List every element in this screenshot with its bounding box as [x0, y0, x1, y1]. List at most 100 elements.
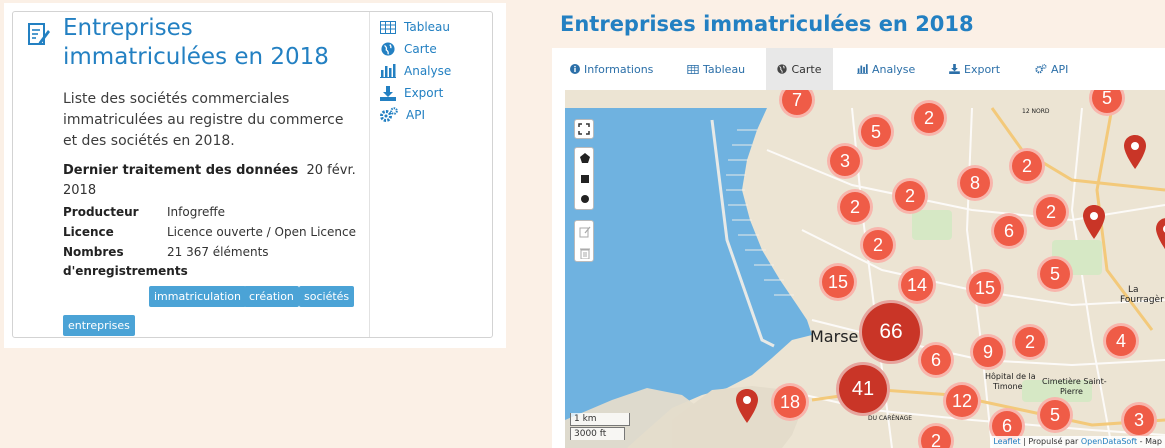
marker-cluster-large[interactable]: 66 — [859, 300, 923, 364]
tab-api[interactable]: API — [1035, 48, 1068, 90]
marker-cluster[interactable]: 18 — [771, 383, 809, 421]
dataset-description: Liste des sociétés commerciales immatric… — [63, 91, 344, 149]
meta-records-label-line2: d'enregistrements — [63, 264, 188, 278]
tab-bar: Informations Tableau Carte Analyse Expor… — [552, 48, 1165, 90]
download-icon — [949, 64, 960, 74]
map-pin-icon[interactable] — [1156, 218, 1165, 252]
map-label-fourragere: Fourragèr — [1120, 295, 1164, 305]
marker-cluster[interactable]: 9 — [970, 334, 1006, 370]
marker-cluster[interactable]: 5 — [858, 114, 894, 150]
side-link-api-label: API — [406, 108, 425, 122]
map-pin-icon[interactable] — [736, 389, 758, 423]
last-processing-label: Dernier traitement des données — [63, 163, 299, 178]
document-edit-icon — [28, 23, 50, 45]
map-left-frame — [552, 90, 565, 448]
meta-licence-label: Licence — [63, 225, 114, 239]
table-icon — [687, 64, 699, 74]
marker-cluster[interactable]: 2 — [911, 100, 947, 136]
marker-cluster[interactable]: 4 — [1103, 323, 1139, 359]
meta-records-value: 21 367 éléments — [167, 245, 269, 259]
tab-carte-label: Carte — [791, 62, 822, 76]
side-link-api[interactable]: API — [380, 105, 425, 125]
edit-toolbar — [574, 220, 594, 262]
marker-cluster[interactable]: 3 — [827, 143, 863, 179]
draw-polygon-icon[interactable] — [580, 153, 590, 163]
map-label-city: Marse — [810, 327, 859, 346]
marker-cluster[interactable]: 2 — [837, 189, 873, 225]
tab-export[interactable]: Export — [949, 48, 1000, 90]
map-label-carenage: DU CARÉNAGE — [868, 415, 913, 422]
side-link-export-label: Export — [404, 86, 444, 100]
trash-icon[interactable] — [579, 247, 591, 259]
globe-icon — [777, 64, 788, 74]
bar-chart-icon — [857, 64, 868, 74]
marker-cluster[interactable]: 5 — [1037, 256, 1073, 292]
tab-analyse-label: Analyse — [872, 62, 916, 76]
table-icon — [380, 20, 396, 34]
tag-creation[interactable]: création — [244, 286, 299, 307]
marker-cluster[interactable]: 2 — [892, 178, 928, 214]
tag-societes[interactable]: sociétés — [299, 286, 355, 307]
page-title: Entreprises immatriculées en 2018 — [560, 12, 974, 36]
side-link-analyse-label: Analyse — [404, 64, 452, 78]
marker-cluster-large[interactable]: 41 — [836, 362, 890, 416]
meta-producer-value: Infogreffe — [167, 205, 226, 219]
map-view[interactable]: Marse Hôpital de la Timone Cimetière Sai… — [552, 90, 1165, 448]
marker-cluster[interactable]: 8 — [957, 165, 993, 201]
marker-cluster[interactable]: 6 — [991, 213, 1027, 249]
bar-chart-icon — [380, 64, 396, 78]
marker-cluster[interactable]: 15 — [966, 269, 1004, 307]
tag-entreprises[interactable]: entreprises — [63, 315, 135, 336]
tab-carte[interactable]: Carte — [766, 48, 833, 90]
marker-cluster[interactable]: 6 — [918, 342, 954, 378]
draw-circle-icon[interactable] — [580, 194, 590, 204]
map-attribution: Leaflet | Propulsé par OpenDataSoft - Ma… — [990, 436, 1165, 448]
map-label-la: La — [1128, 285, 1139, 295]
marker-cluster[interactable]: 15 — [819, 263, 857, 301]
marker-cluster[interactable]: 2 — [1012, 324, 1048, 360]
marker-cluster[interactable]: 3 — [1121, 402, 1157, 438]
tab-analyse[interactable]: Analyse — [857, 48, 915, 90]
side-link-tableau[interactable]: Tableau — [380, 17, 450, 37]
dataset-card-actions: Tableau Carte Analyse Export API — [369, 12, 493, 337]
side-link-carte[interactable]: Carte — [380, 39, 437, 59]
tab-informations[interactable]: Informations — [570, 48, 653, 90]
marker-cluster[interactable]: 2 — [1033, 194, 1069, 230]
fullscreen-button[interactable] — [574, 119, 594, 139]
marker-cluster[interactable]: 2 — [1009, 148, 1045, 184]
opendatasoft-link[interactable]: OpenDataSoft — [1081, 437, 1137, 446]
edit-layers-icon[interactable] — [579, 226, 591, 238]
download-icon — [380, 85, 396, 101]
marker-cluster[interactable]: 5 — [1037, 397, 1073, 433]
side-link-carte-label: Carte — [404, 42, 437, 56]
tab-informations-label: Informations — [584, 62, 654, 76]
map-label-cemetery: Cimetière Saint- — [1042, 377, 1107, 386]
draw-rectangle-icon[interactable] — [580, 174, 590, 184]
dataset-title-link[interactable]: Entreprises immatriculées en 2018 — [63, 14, 363, 72]
side-link-export[interactable]: Export — [380, 83, 443, 103]
map-pin-icon[interactable] — [1083, 205, 1105, 239]
draw-toolbar — [574, 147, 594, 210]
side-link-analyse[interactable]: Analyse — [380, 61, 451, 81]
map-pin-icon[interactable] — [1124, 135, 1146, 169]
map-label-hospital-l1: Hôpital de la — [985, 372, 1036, 381]
scale-ft: 3000 ft — [570, 427, 625, 440]
tag-immatriculation[interactable]: immatriculation — [149, 286, 247, 307]
fullscreen-icon — [578, 123, 590, 135]
marker-cluster[interactable]: 14 — [898, 266, 936, 304]
meta-licence-value: Licence ouverte / Open Licence — [167, 225, 356, 239]
last-processing: Dernier traitement des données 20 févr. … — [63, 161, 358, 201]
globe-icon — [381, 42, 395, 56]
leaflet-link[interactable]: Leaflet — [993, 437, 1020, 446]
scale-km: 1 km — [570, 413, 630, 426]
tab-tableau-label: Tableau — [703, 62, 746, 76]
attribution-text: | Propulsé par — [1020, 437, 1081, 446]
marker-cluster[interactable]: 12 — [943, 382, 981, 420]
map-label-timone: Timone — [993, 382, 1023, 391]
marker-cluster[interactable]: 2 — [860, 227, 896, 263]
tab-export-label: Export — [964, 62, 1001, 76]
cogs-icon — [380, 107, 398, 122]
tab-api-label: API — [1051, 62, 1069, 76]
meta-producer-label: Producteur — [63, 205, 139, 219]
tab-tableau[interactable]: Tableau — [687, 48, 745, 90]
